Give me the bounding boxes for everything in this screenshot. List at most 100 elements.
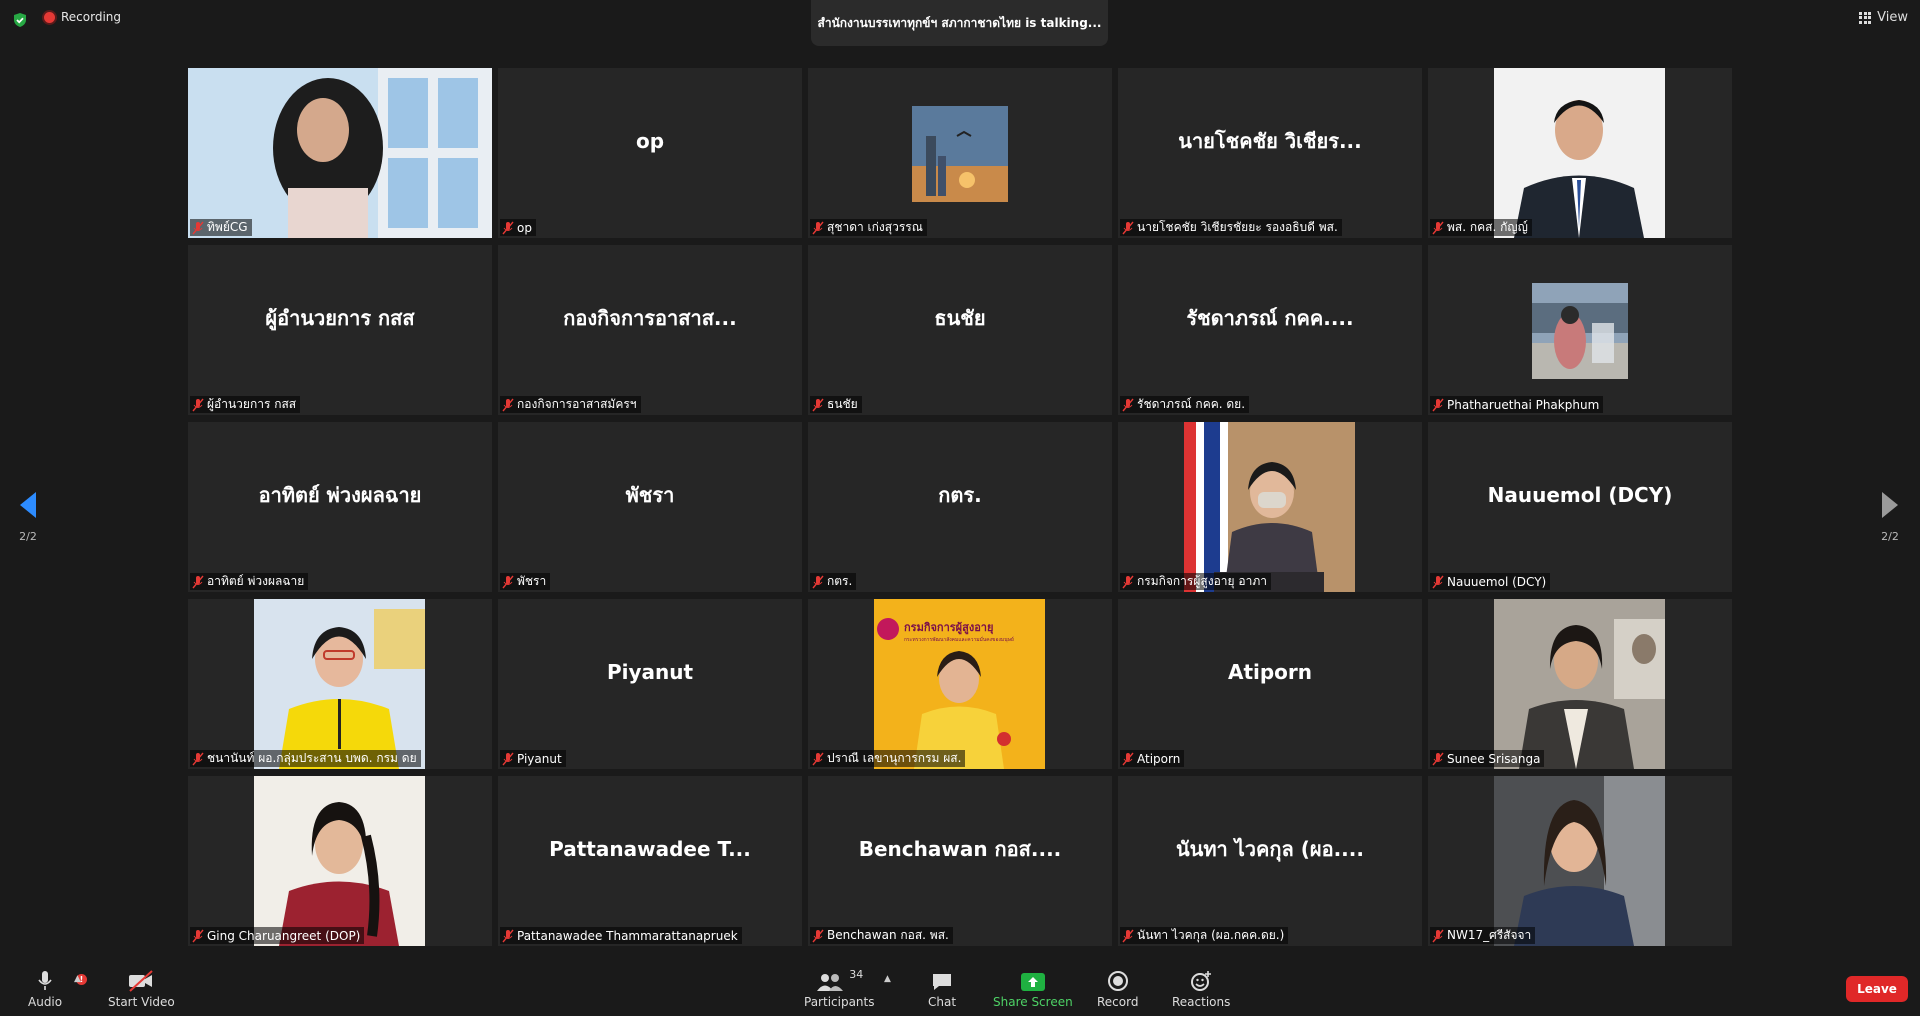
participant-display-name: พัชรา: [625, 483, 675, 507]
recording-dot-icon: [44, 11, 55, 23]
video-tile[interactable]: Ging Charuangreet (DOP): [188, 776, 492, 946]
video-tile[interactable]: พัชรา พัชรา: [498, 422, 802, 592]
next-page-button[interactable]: 2/2: [1880, 490, 1900, 543]
video-tile[interactable]: Nauuemol (DCY) Nauuemol (DCY): [1428, 422, 1732, 592]
audio-button[interactable]: ! Audio: [28, 968, 87, 1009]
muted-mic-icon: [812, 398, 824, 411]
muted-mic-icon: [812, 752, 824, 765]
video-tile[interactable]: NW17_ศรีสัจจา: [1428, 776, 1732, 946]
video-tile[interactable]: ธนชัย ธนชัย: [808, 245, 1112, 415]
video-tile[interactable]: กองกิจการอาสาส... กองกิจการอาสาสมัครฯ: [498, 245, 802, 415]
participants-icon: 34: [815, 968, 863, 992]
participant-name-tag: op: [500, 219, 536, 236]
muted-mic-icon: [192, 221, 204, 234]
chat-button[interactable]: Chat: [928, 968, 956, 1009]
participant-name: Ging Charuangreet (DOP): [207, 928, 361, 943]
video-tile[interactable]: Piyanut Piyanut: [498, 599, 802, 769]
participant-name: Sunee Srisanga: [1447, 751, 1541, 766]
muted-mic-icon: [1432, 752, 1444, 765]
participant-display-name: op: [635, 129, 665, 153]
video-off-icon: [127, 968, 155, 992]
grid-view-icon: [1859, 11, 1872, 24]
chat-icon: [931, 968, 953, 992]
recording-label: Recording: [61, 10, 122, 24]
video-tile[interactable]: กตร. กตร.: [808, 422, 1112, 592]
reactions-button[interactable]: Reactions: [1172, 968, 1230, 1009]
start-video-button[interactable]: Start Video: [108, 968, 175, 1009]
participant-name: Pattanawadee Thammarattanapruek: [517, 928, 738, 943]
previous-page-button[interactable]: 2/2: [18, 490, 38, 543]
muted-mic-icon: [192, 752, 204, 765]
video-tile[interactable]: ผู้อำนวยการ กสส ผู้อำนวยการ กสส: [188, 245, 492, 415]
muted-mic-icon: [1122, 398, 1134, 411]
audio-label: Audio: [28, 995, 63, 1009]
participant-name: ชนานันท์ ผอ.กลุ่มประสาน บพด. กรม ดย: [207, 751, 417, 765]
chat-label: Chat: [928, 995, 957, 1009]
participant-name: ธนชัย: [827, 397, 858, 411]
muted-mic-icon: [1432, 929, 1444, 942]
page-indicator-right: 2/2: [1881, 530, 1899, 543]
participant-name: NW17_ศรีสัจจา: [1447, 928, 1532, 942]
muted-mic-icon: [1122, 575, 1134, 588]
leave-button[interactable]: Leave: [1846, 976, 1908, 1002]
record-label: Record: [1097, 995, 1139, 1009]
muted-mic-icon: [1122, 929, 1134, 942]
participant-name-tag: นายโชคชัย วิเชียรชัยยะ รองอธิบดี พส.: [1120, 219, 1342, 236]
record-icon: [1107, 968, 1129, 992]
video-tile[interactable]: Pattanawadee T... Pattanawadee Thammarat…: [498, 776, 802, 946]
video-tile[interactable]: Phatharuethai Phakphum: [1428, 245, 1732, 415]
video-tile[interactable]: Sunee Srisanga: [1428, 599, 1732, 769]
participant-video: [254, 776, 425, 946]
participant-name: Benchawan กอส. พส.: [827, 928, 949, 942]
participant-name: Phatharuethai Phakphum: [1447, 397, 1600, 412]
participant-video: [1494, 68, 1665, 238]
participant-name: นันทา ไวคกุล (ผอ.กคค.ดย.): [1137, 928, 1285, 942]
video-tile[interactable]: นายโชคชัย วิเชียร... นายโชคชัย วิเชียรชั…: [1118, 68, 1422, 238]
participants-label: Participants: [804, 995, 875, 1009]
participant-name-tag: กตร.: [810, 573, 857, 590]
participant-name-tag: ผู้อำนวยการ กสส: [190, 396, 301, 413]
video-tile[interactable]: อาทิตย์ พ่วงผลฉาย อาทิตย์ พ่วงผลฉาย: [188, 422, 492, 592]
video-tile[interactable]: สุชาดา เก่งสุวรรณ: [808, 68, 1112, 238]
video-tile[interactable]: Benchawan กอส.... Benchawan กอส. พส.: [808, 776, 1112, 946]
muted-mic-icon: [1432, 575, 1444, 588]
video-tile[interactable]: ชนานันท์ ผอ.กลุ่มประสาน บพด. กรม ดย: [188, 599, 492, 769]
participant-name-tag: กรมกิจการผู้สูงอายุ อาภา: [1120, 573, 1271, 590]
participant-name: กรมกิจการผู้สูงอายุ อาภา: [1137, 574, 1267, 588]
record-button[interactable]: Record: [1097, 968, 1138, 1009]
participant-name: ปราณี เลขานุการกรม ผส.: [827, 751, 962, 765]
muted-mic-icon: [502, 575, 514, 588]
participant-display-name: รัชดาภรณ์ กคค....: [1186, 306, 1354, 330]
participant-name-tag: Atiporn: [1120, 750, 1185, 767]
video-tile[interactable]: กรมกิจการผู้สูงอายุ กระทรวงการพัฒนาสังคม…: [808, 599, 1112, 769]
participants-button[interactable]: 34 Participants: [804, 968, 875, 1009]
participant-name-tag: ธนชัย: [810, 396, 862, 413]
participant-name-tag: NW17_ศรีสัจจา: [1430, 927, 1536, 944]
recording-indicator[interactable]: Recording: [44, 10, 121, 24]
video-tile[interactable]: นันทา ไวคกุล (ผอ.... นันทา ไวคกุล (ผอ.กค…: [1118, 776, 1422, 946]
view-button[interactable]: View: [1859, 10, 1908, 25]
participant-name-tag: Nauuemol (DCY): [1430, 573, 1551, 590]
muted-mic-icon: [812, 221, 824, 234]
shield-check-icon[interactable]: [12, 12, 28, 28]
participant-name-tag: ปราณี เลขานุการกรม ผส.: [810, 750, 966, 767]
share-screen-label: Share Screen: [993, 995, 1073, 1009]
video-tile[interactable]: พส. กคส. กัญญ์: [1428, 68, 1732, 238]
start-video-label: Start Video: [108, 995, 175, 1009]
video-tile[interactable]: กรมกิจการผู้สูงอายุ อาภา: [1118, 422, 1422, 592]
participants-options-caret-icon[interactable]: ▲: [884, 974, 891, 984]
audio-options-caret-icon[interactable]: ▲: [74, 974, 81, 984]
video-tile[interactable]: op op: [498, 68, 802, 238]
reactions-label: Reactions: [1172, 995, 1231, 1009]
share-screen-button[interactable]: Share Screen: [993, 968, 1073, 1009]
participant-video: [1184, 422, 1355, 592]
participant-video: [188, 68, 492, 238]
video-tile[interactable]: Atiporn Atiporn: [1118, 599, 1422, 769]
participant-display-name: Pattanawadee T...: [549, 837, 751, 861]
reactions-smiley-icon: [1190, 968, 1212, 992]
video-tile[interactable]: ทิพย์CG: [188, 68, 492, 238]
video-tile[interactable]: รัชดาภรณ์ กคค.... รัชดาภรณ์ กคค. ดย.: [1118, 245, 1422, 415]
participant-name-tag: นันทา ไวคกุล (ผอ.กคค.ดย.): [1120, 927, 1289, 944]
participant-name-tag: Ging Charuangreet (DOP): [190, 927, 365, 944]
participant-name-tag: Phatharuethai Phakphum: [1430, 396, 1604, 413]
